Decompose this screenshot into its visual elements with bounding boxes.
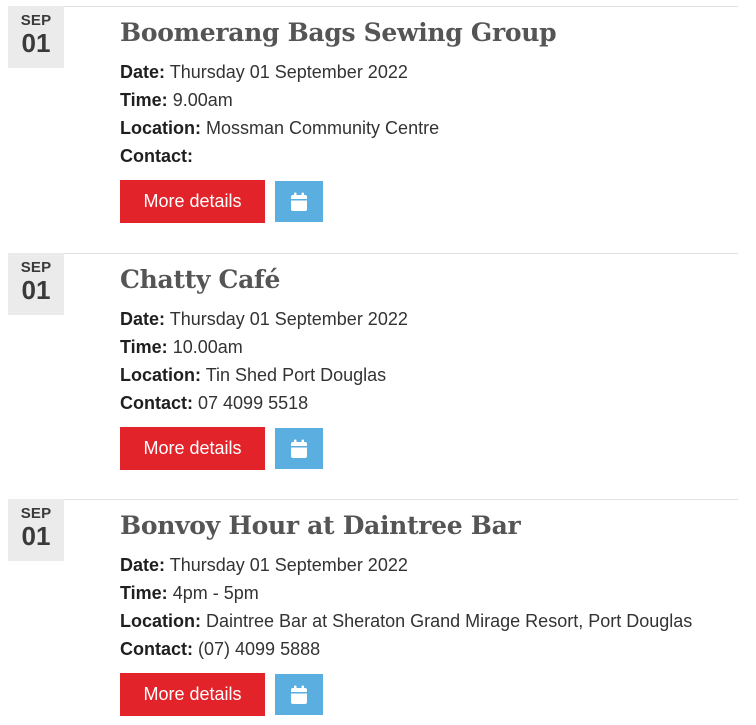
event-content: Chatty Café Date: Thursday 01 September …: [120, 263, 740, 470]
event-contact-value: 07 4099 5518: [198, 393, 309, 413]
event-time-value: 10.00am: [172, 337, 243, 357]
contact-label: Contact:: [120, 639, 193, 659]
more-details-button[interactable]: More details: [120, 673, 265, 716]
location-label: Location:: [120, 365, 201, 385]
event-contact-row: Contact: 07 4099 5518: [120, 389, 740, 417]
event-content: Boomerang Bags Sewing Group Date: Thursd…: [120, 16, 740, 223]
date-day: 01: [21, 28, 51, 58]
date-label: Date:: [120, 555, 166, 575]
more-details-button[interactable]: More details: [120, 180, 265, 223]
event-title: Bonvoy Hour at Daintree Bar: [120, 511, 521, 540]
date-month: SEP: [20, 259, 52, 276]
date-day: 01: [21, 275, 51, 305]
time-label: Time:: [120, 583, 168, 603]
calendar-icon: [291, 192, 307, 211]
location-label: Location:: [120, 118, 201, 138]
event-time-value: 4pm - 5pm: [172, 583, 259, 603]
date-label: Date:: [120, 62, 166, 82]
event-time-value: 9.00am: [172, 90, 233, 110]
add-to-calendar-button[interactable]: [275, 181, 323, 222]
event-date-row: Date: Thursday 01 September 2022: [120, 58, 740, 86]
event-actions: More details: [120, 180, 740, 223]
event-date-value: Thursday 01 September 2022: [169, 555, 408, 575]
event-date-value: Thursday 01 September 2022: [169, 62, 408, 82]
date-badge: SEP 01: [8, 499, 64, 561]
event-date-row: Date: Thursday 01 September 2022: [120, 305, 740, 333]
date-month: SEP: [20, 12, 52, 29]
event-location-value: Daintree Bar at Sheraton Grand Mirage Re…: [206, 611, 693, 631]
calendar-icon: [291, 685, 307, 704]
more-details-button[interactable]: More details: [120, 427, 265, 470]
event-actions: More details: [120, 427, 740, 470]
contact-label: Contact:: [120, 146, 193, 166]
event-contact-row: Contact:: [120, 142, 740, 170]
event-location-row: Location: Tin Shed Port Douglas: [120, 361, 740, 389]
calendar-icon: [291, 439, 307, 458]
event-title: Boomerang Bags Sewing Group: [120, 18, 557, 47]
time-label: Time:: [120, 90, 168, 110]
event-actions: More details: [120, 673, 740, 716]
event-location-row: Location: Daintree Bar at Sheraton Grand…: [120, 607, 740, 635]
event-location-value: Mossman Community Centre: [206, 118, 440, 138]
event-contact-value: (07) 4099 5888: [198, 639, 321, 659]
date-month: SEP: [20, 505, 52, 522]
event-content: Bonvoy Hour at Daintree Bar Date: Thursd…: [120, 509, 740, 716]
date-day: 01: [21, 521, 51, 551]
event-time-row: Time: 4pm - 5pm: [120, 579, 740, 607]
event-title: Chatty Café: [120, 265, 281, 294]
divider: [8, 253, 738, 254]
date-label: Date:: [120, 309, 166, 329]
location-label: Location:: [120, 611, 201, 631]
event-time-row: Time: 9.00am: [120, 86, 740, 114]
date-badge: SEP 01: [8, 6, 64, 68]
contact-label: Contact:: [120, 393, 193, 413]
event-time-row: Time: 10.00am: [120, 333, 740, 361]
time-label: Time:: [120, 337, 168, 357]
event-location-row: Location: Mossman Community Centre: [120, 114, 740, 142]
event-contact-row: Contact: (07) 4099 5888: [120, 635, 740, 663]
divider: [8, 499, 738, 500]
event-location-value: Tin Shed Port Douglas: [205, 365, 387, 385]
date-badge: SEP 01: [8, 253, 64, 315]
divider: [8, 6, 738, 7]
add-to-calendar-button[interactable]: [275, 428, 323, 469]
event-date-value: Thursday 01 September 2022: [169, 309, 408, 329]
add-to-calendar-button[interactable]: [275, 674, 323, 715]
event-date-row: Date: Thursday 01 September 2022: [120, 551, 740, 579]
